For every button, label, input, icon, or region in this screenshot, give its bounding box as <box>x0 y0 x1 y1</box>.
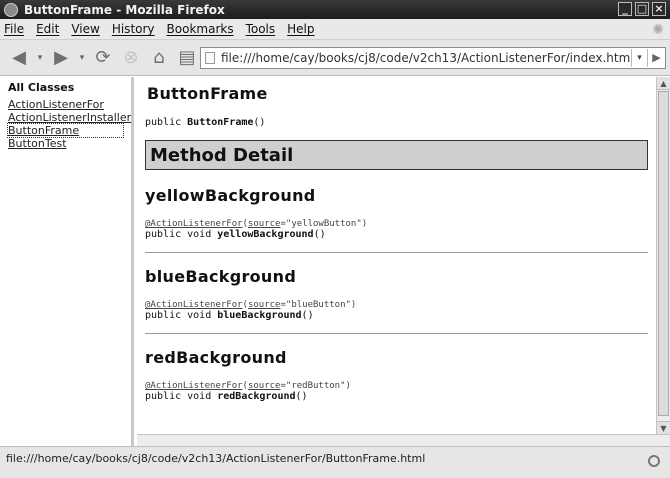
all-classes-heading: All Classes <box>8 81 75 94</box>
menu-edit[interactable]: Edit <box>36 22 59 36</box>
class-link-actionlistenerinstaller[interactable]: ActionListenerInstaller <box>8 111 131 124</box>
menu-view[interactable]: View <box>71 22 99 36</box>
method-signature: public void blueBackground() <box>145 310 314 321</box>
annotation-link[interactable]: @ActionListenerFor <box>145 300 243 310</box>
back-dropdown-icon[interactable]: ▾ <box>34 45 46 71</box>
minimize-icon[interactable]: _ <box>618 2 632 16</box>
method-annotation: @ActionListenerFor(source="blueButton") <box>145 300 357 310</box>
method-detail-heading: Method Detail <box>145 140 648 170</box>
scroll-up-icon[interactable]: ▲ <box>657 77 670 90</box>
status-bar: file:///home/cay/books/cj8/code/v2ch13/A… <box>0 446 670 478</box>
throbber-icon: ✺ <box>652 22 664 38</box>
security-icon[interactable] <box>648 455 660 467</box>
url-bar[interactable]: file:///home/cay/books/cj8/code/v2ch13/A… <box>200 47 666 69</box>
method-signature: public void redBackground() <box>145 391 308 402</box>
menu-tools[interactable]: Tools <box>246 22 276 36</box>
method-name: yellowBackground <box>145 186 316 205</box>
window-titlebar[interactable]: ButtonFrame - Mozilla Firefox _ □ × <box>0 0 670 19</box>
annotation-link[interactable]: @ActionListenerFor <box>145 219 243 229</box>
method-name: redBackground <box>145 348 287 367</box>
method-entry: redBackground @ActionListenerFor(source=… <box>145 348 648 402</box>
menu-bookmarks[interactable]: Bookmarks <box>167 22 234 36</box>
class-list-frame: All Classes ActionListenerFor ActionList… <box>0 77 134 446</box>
back-icon[interactable]: ◀ <box>6 45 32 71</box>
method-annotation: @ActionListenerFor(source="redButton") <box>145 381 351 391</box>
divider <box>145 252 648 253</box>
divider <box>145 333 648 334</box>
constructor-signature: public ButtonFrame() <box>145 117 266 128</box>
class-title: ButtonFrame <box>147 84 268 103</box>
class-link-buttonframe[interactable]: ButtonFrame <box>7 123 124 138</box>
window-title: ButtonFrame - Mozilla Firefox <box>24 2 225 17</box>
vertical-scrollbar[interactable]: ▲ ▼ <box>656 77 670 434</box>
horizontal-scrollbar[interactable] <box>137 434 670 446</box>
method-annotation: @ActionListenerFor(source="yellowButton"… <box>145 219 368 229</box>
annotation-param-link[interactable]: source <box>248 381 281 391</box>
menu-help[interactable]: Help <box>287 22 314 36</box>
method-entry: yellowBackground @ActionListenerFor(sour… <box>145 186 648 253</box>
menu-bar: File Edit View History Bookmarks Tools H… <box>0 19 670 40</box>
forward-dropdown-icon[interactable]: ▾ <box>76 45 88 71</box>
annotation-param-link[interactable]: source <box>248 300 281 310</box>
forward-icon[interactable]: ▶ <box>48 45 74 71</box>
class-link-buttontest[interactable]: ButtonTest <box>8 137 123 150</box>
home-icon[interactable]: ⌂ <box>146 45 172 71</box>
method-entry: blueBackground @ActionListenerFor(source… <box>145 267 648 334</box>
page-icon <box>205 52 215 64</box>
go-icon[interactable]: ▶ <box>647 49 665 67</box>
firefox-icon <box>4 2 18 17</box>
scroll-down-icon[interactable]: ▼ <box>657 421 670 434</box>
navigation-toolbar: ◀ ▾ ▶ ▾ ⟳ ⊗ ⌂ ▤ file:///home/cay/books/c… <box>0 40 670 76</box>
print-icon[interactable]: ▤ <box>174 45 200 71</box>
method-signature: public void yellowBackground() <box>145 229 326 240</box>
url-text[interactable]: file:///home/cay/books/cj8/code/v2ch13/A… <box>221 51 631 65</box>
url-dropdown-icon[interactable]: ▾ <box>631 49 647 67</box>
window-controls: _ □ × <box>618 2 666 16</box>
annotation-link[interactable]: @ActionListenerFor <box>145 381 243 391</box>
menu-history[interactable]: History <box>112 22 155 36</box>
close-icon[interactable]: × <box>652 2 666 16</box>
annotation-param-link[interactable]: source <box>248 219 281 229</box>
class-detail-frame: ButtonFrame public ButtonFrame() Method … <box>137 77 656 434</box>
stop-icon[interactable]: ⊗ <box>118 45 144 71</box>
scrollbar-thumb[interactable] <box>658 91 669 416</box>
class-link-actionlistenerfor[interactable]: ActionListenerFor <box>8 98 123 111</box>
reload-icon[interactable]: ⟳ <box>90 45 116 71</box>
status-text: file:///home/cay/books/cj8/code/v2ch13/A… <box>6 452 426 465</box>
menu-file[interactable]: File <box>4 22 24 36</box>
method-name: blueBackground <box>145 267 297 286</box>
maximize-icon[interactable]: □ <box>635 2 649 16</box>
